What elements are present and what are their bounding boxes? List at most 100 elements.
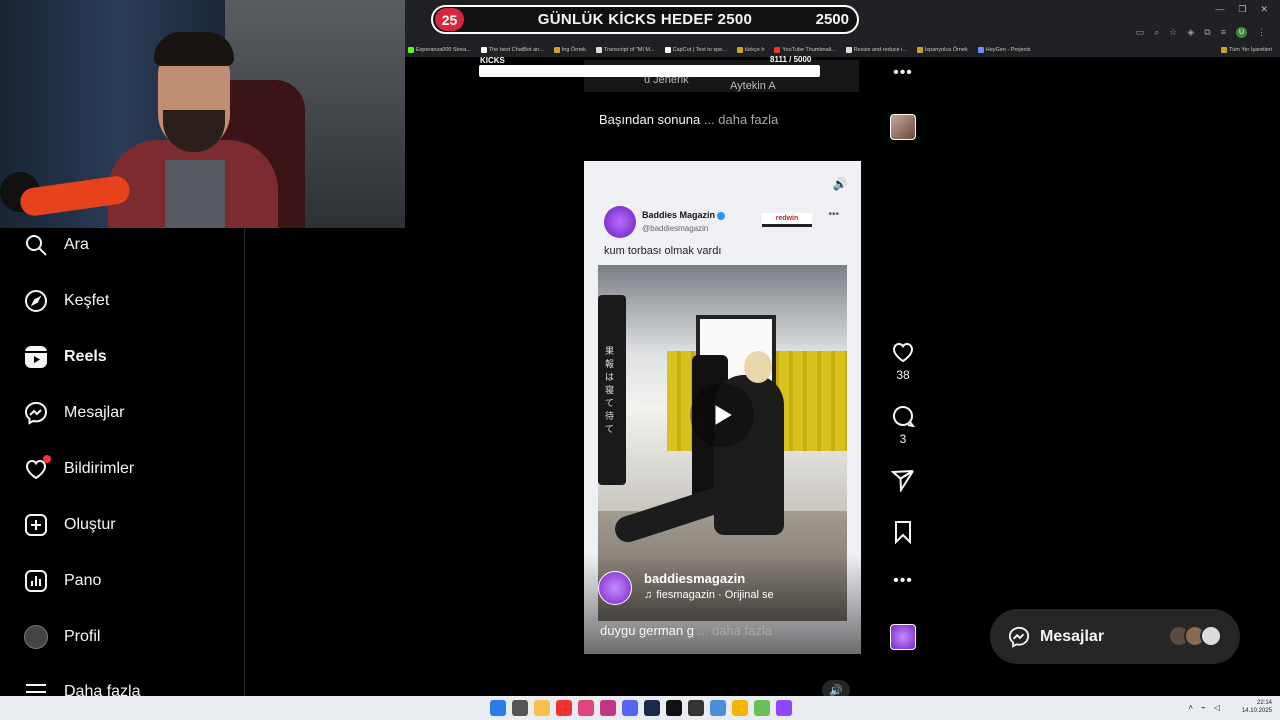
sidebar-item-profile[interactable]: Profil bbox=[24, 625, 100, 649]
recent-contacts bbox=[1168, 625, 1222, 647]
chatbot-icon bbox=[480, 46, 487, 53]
sidebar-item-dashboard[interactable]: Pano bbox=[24, 569, 101, 593]
bookmark-star-icon[interactable]: ☆ bbox=[1169, 27, 1177, 38]
messenger-icon bbox=[24, 401, 48, 425]
bookmarks-bar: Esperanza000 Strea... The best ChatBot a… bbox=[405, 42, 1280, 57]
previous-reel-text: Aytekin A bbox=[730, 80, 776, 92]
reel-owner-avatar[interactable] bbox=[598, 571, 632, 605]
taskbar-apps bbox=[490, 700, 792, 716]
capcut-icon[interactable] bbox=[688, 700, 704, 716]
audio-thumbnail[interactable] bbox=[890, 114, 916, 140]
tweet-author-name: Baddies Magazin bbox=[642, 210, 716, 220]
sidebar-item-label: Ara bbox=[64, 236, 89, 253]
bookmark-item[interactable]: İspanyolca Örnek bbox=[916, 46, 968, 53]
restore-icon[interactable]: ❐ bbox=[1238, 4, 1246, 15]
folder-icon bbox=[916, 46, 923, 53]
sidebar-item-explore[interactable]: Keşfet bbox=[24, 289, 109, 313]
tab-list-icon[interactable]: ≡ bbox=[1221, 27, 1226, 38]
photoshop-icon[interactable] bbox=[644, 700, 660, 716]
messenger-icon bbox=[1008, 626, 1030, 648]
bookmark-item[interactable]: The best ChatBot an... bbox=[480, 46, 544, 53]
sidebar-item-label: Profil bbox=[64, 628, 101, 645]
tweet-avatar bbox=[604, 206, 636, 238]
app-icon[interactable] bbox=[556, 700, 572, 716]
network-icon[interactable]: ⌁ bbox=[1201, 703, 1206, 712]
puzzle-icon[interactable]: ⧉ bbox=[1204, 27, 1210, 38]
more-options-icon[interactable]: ••• bbox=[890, 64, 916, 82]
extension-icon[interactable]: ◈ bbox=[1187, 27, 1194, 38]
reel-video[interactable]: 🔊 Baddies Magazin @baddiesmagazin redwin… bbox=[584, 161, 861, 654]
bookmark-item[interactable]: Resize and reduce i... bbox=[845, 46, 907, 53]
bookmark-item[interactable]: HeyGen - Projects bbox=[977, 46, 1031, 53]
sidebar-item-label: Keşfet bbox=[64, 292, 110, 309]
close-icon[interactable]: ✕ bbox=[1260, 4, 1268, 15]
taskbar-clock[interactable]: 22:14 14.10.2025 bbox=[1242, 699, 1272, 715]
discord-icon[interactable] bbox=[622, 700, 638, 716]
kicks-label: KICKS bbox=[480, 56, 505, 65]
heart-icon bbox=[892, 342, 914, 363]
kicks-count: 8111 / 5000 bbox=[770, 55, 812, 64]
reel-caption[interactable]: duygu german g ... daha fazla bbox=[600, 623, 772, 638]
bookmark-item[interactable]: YouTube Thumbnail... bbox=[774, 46, 836, 53]
browser-toolbar-icons: ▭ ⌕ ☆ ◈ ⧉ ≡ U ⋮ bbox=[1136, 27, 1266, 38]
bookmark-item[interactable]: türkçe h bbox=[736, 46, 764, 53]
sidebar-item-messages[interactable]: Mesajlar bbox=[24, 401, 124, 425]
comment-button[interactable]: 3 bbox=[890, 404, 916, 446]
like-button[interactable]: 38 bbox=[890, 340, 916, 382]
reel-audio[interactable]: ♫ fiesmagazin · Orijinal se bbox=[644, 589, 774, 601]
profile-avatar[interactable]: U bbox=[1236, 27, 1247, 38]
bookmark-item[interactable]: Esperanza000 Strea... bbox=[408, 46, 471, 53]
chrome-icon[interactable] bbox=[732, 700, 748, 716]
app-icon[interactable] bbox=[578, 700, 594, 716]
zoom-icon[interactable]: ⌕ bbox=[1154, 27, 1159, 38]
compass-icon bbox=[25, 290, 47, 312]
minimize-icon[interactable]: — bbox=[1215, 4, 1224, 15]
obs-icon[interactable] bbox=[776, 700, 792, 716]
taskbar: ˄ ⌁ ◁ 22:14 14.10.2025 bbox=[0, 696, 1280, 720]
more-link[interactable]: ... daha fazla bbox=[698, 623, 772, 638]
instagram-icon[interactable] bbox=[600, 700, 616, 716]
play-icon bbox=[715, 405, 732, 425]
previous-reel-caption[interactable]: Başından sonuna ... daha fazla bbox=[599, 112, 778, 127]
share-button[interactable] bbox=[890, 468, 916, 492]
sidebar-item-create[interactable]: Oluştur bbox=[24, 513, 116, 537]
all-bookmarks[interactable]: Tüm Yer İşaretleri bbox=[1220, 46, 1280, 53]
bookmark-item[interactable]: İng Örnek bbox=[553, 46, 586, 53]
goal-title: GÜNLÜK KİCKS HEDEF 2500 bbox=[537, 11, 753, 28]
goal-value: 2500 bbox=[815, 11, 849, 28]
tweet-author: Baddies Magazin bbox=[642, 210, 726, 220]
play-button[interactable] bbox=[690, 383, 754, 447]
tiktok-icon[interactable] bbox=[666, 700, 682, 716]
more-link[interactable]: ... daha fazla bbox=[704, 112, 778, 127]
dashboard-icon bbox=[25, 570, 47, 592]
more-options-icon[interactable]: ••• bbox=[890, 572, 916, 590]
app-icon[interactable] bbox=[710, 700, 726, 716]
windows-start-icon[interactable] bbox=[490, 700, 506, 716]
bookmark-item[interactable]: CapCut | Text to spe... bbox=[664, 46, 727, 53]
audio-thumbnail[interactable] bbox=[890, 624, 916, 650]
app-icon[interactable] bbox=[754, 700, 770, 716]
folder-icon bbox=[736, 46, 743, 53]
webcam-overlay bbox=[0, 0, 405, 228]
sidebar-item-reels[interactable]: Reels bbox=[24, 345, 107, 369]
cast-icon[interactable]: ▭ bbox=[1136, 27, 1145, 38]
reel-owner-name[interactable]: baddiesmagazin bbox=[644, 571, 745, 586]
sound-icon[interactable]: 🔊 bbox=[829, 173, 851, 195]
avatar[interactable] bbox=[1200, 625, 1222, 647]
chevron-up-icon[interactable]: ˄ bbox=[1188, 703, 1193, 712]
save-button[interactable] bbox=[890, 520, 916, 544]
cam-streamer-hair bbox=[154, 32, 234, 66]
task-view-icon[interactable] bbox=[512, 700, 528, 716]
folder-icon bbox=[1220, 46, 1227, 53]
file-explorer-icon[interactable] bbox=[534, 700, 550, 716]
volume-icon[interactable]: ◁ bbox=[1214, 703, 1220, 712]
document-icon bbox=[595, 46, 602, 53]
sidebar-item-search[interactable]: Ara bbox=[24, 233, 89, 257]
bag-text: 果報は寝て待て bbox=[605, 346, 615, 434]
youtube-icon bbox=[774, 46, 781, 53]
kebab-menu-icon[interactable]: ⋮ bbox=[1257, 27, 1266, 38]
sidebar-item-notifications[interactable]: Bildirimler bbox=[24, 455, 134, 481]
bookmark-item[interactable]: Transcript of "MI M... bbox=[595, 46, 655, 53]
messages-dock[interactable]: Mesajlar bbox=[990, 609, 1240, 664]
reels-icon bbox=[25, 346, 47, 368]
